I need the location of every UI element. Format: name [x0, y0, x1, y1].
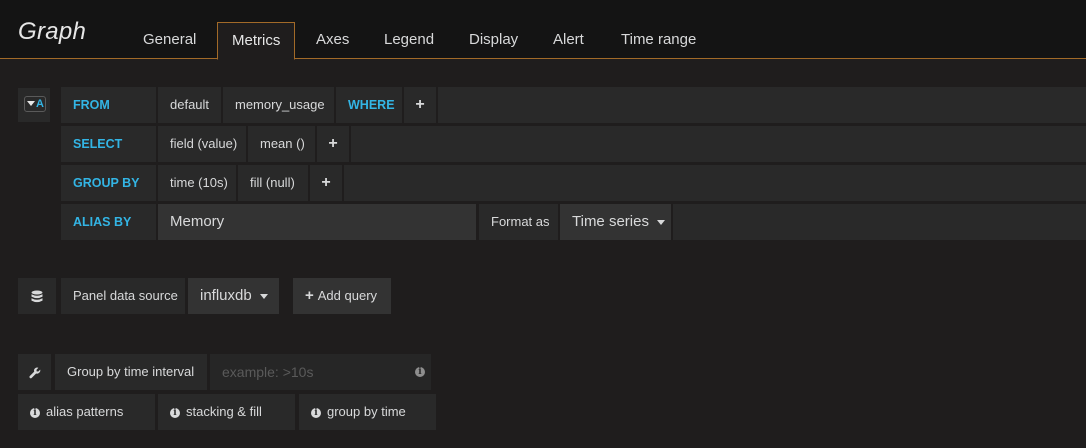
add-select-button[interactable]: + [317, 126, 349, 162]
from-keyword: FROM [61, 87, 156, 123]
from-measurement[interactable]: memory_usage [223, 87, 334, 123]
caret-down-icon [656, 219, 665, 225]
data-source-select[interactable]: influxdb [188, 278, 279, 314]
where-keyword: WHERE [336, 87, 402, 123]
group-by-keyword: GROUP BY [61, 165, 156, 201]
database-icon-cell [18, 278, 56, 314]
caret-down-icon [27, 101, 35, 106]
select-row-filler [351, 126, 1086, 162]
select-function[interactable]: mean () [248, 126, 315, 162]
alias-by-keyword: ALIAS BY [61, 204, 156, 240]
group-by-time[interactable]: time (10s) [158, 165, 236, 201]
plus-icon: + [305, 287, 314, 304]
group-by-fill[interactable]: fill (null) [238, 165, 308, 201]
query-ref-badge: A [24, 96, 46, 112]
format-as-select[interactable]: Time series [560, 204, 671, 240]
select-keyword: SELECT [61, 126, 156, 162]
help-label: stacking & fill [186, 404, 262, 419]
info-icon: i [30, 407, 40, 418]
group-by-interval-label: Group by time interval [55, 354, 207, 390]
tab-time-range[interactable]: Time range [607, 22, 710, 59]
add-where-button[interactable]: + [404, 87, 436, 123]
info-icon: i [415, 367, 425, 377]
help-label: group by time [327, 404, 406, 419]
wrench-icon [28, 367, 40, 378]
tab-legend[interactable]: Legend [370, 22, 448, 59]
format-as-value: Time series [572, 213, 649, 230]
tab-axes[interactable]: Axes [302, 22, 363, 59]
help-stacking-fill[interactable]: i stacking & fill [158, 394, 295, 430]
panel-editor-header: Graph General Metrics Axes Legend Displa… [0, 0, 1086, 60]
from-policy[interactable]: default [158, 87, 221, 123]
help-group-by-time[interactable]: i group by time [299, 394, 436, 430]
query-ref-id: A [36, 98, 44, 110]
add-group-by-button[interactable]: + [310, 165, 342, 201]
interval-placeholder: example: >10s [222, 364, 314, 380]
alias-input[interactable]: Memory [158, 204, 476, 240]
query-ref-toggle[interactable]: A [18, 88, 50, 122]
help-alias-patterns[interactable]: i alias patterns [18, 394, 155, 430]
help-label: alias patterns [46, 404, 124, 419]
tab-metrics[interactable]: Metrics [217, 22, 296, 60]
from-row-filler [438, 87, 1086, 123]
tab-display[interactable]: Display [455, 22, 532, 59]
database-icon [31, 290, 43, 303]
panel-data-source-label: Panel data source [61, 278, 185, 314]
add-query-label: Add query [317, 288, 378, 303]
select-field[interactable]: field (value) [158, 126, 246, 162]
add-query-button[interactable]: + Add query [293, 278, 391, 314]
info-icon: i [311, 407, 321, 418]
tab-alert[interactable]: Alert [539, 22, 598, 59]
tab-general[interactable]: General [129, 22, 210, 59]
format-as-label: Format as [479, 204, 558, 240]
panel-title: Graph [18, 18, 87, 45]
group-by-row-filler [344, 165, 1086, 201]
group-by-interval-input[interactable]: example: >10s i [210, 354, 431, 390]
data-source-value: influxdb [200, 287, 252, 304]
wrench-icon-cell [18, 354, 51, 390]
info-icon: i [170, 407, 180, 418]
caret-down-icon [259, 293, 268, 299]
alias-row-filler [673, 204, 1086, 240]
